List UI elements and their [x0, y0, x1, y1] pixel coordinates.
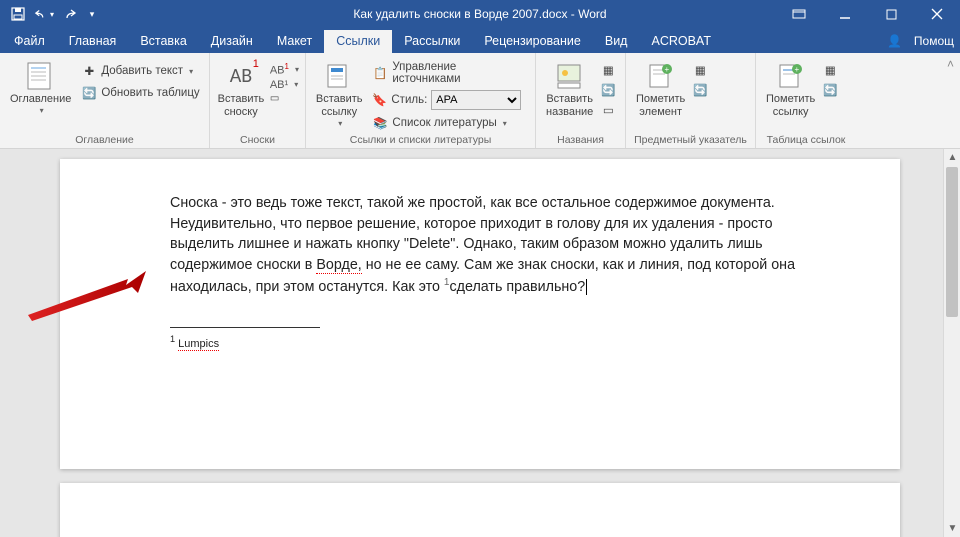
tab-file[interactable]: Файл — [2, 30, 57, 53]
update-icon: 🔄 — [81, 85, 97, 101]
window-title: Как удалить сноски в Ворде 2007.docx - W… — [353, 7, 606, 21]
group-toc-title: Оглавление — [4, 133, 205, 147]
group-footnotes-title: Сноски — [214, 133, 301, 147]
insert-footnote-button[interactable]: AB 1 Вставить сноску — [214, 57, 268, 119]
next-footnote-button[interactable]: AB¹▾ — [268, 78, 301, 92]
show-notes-button[interactable]: ▭ — [268, 92, 301, 105]
group-captions: Вставить название ▦ 🔄 ▭ Названия — [536, 53, 626, 148]
insert-endnote-button[interactable]: AB1▾ — [268, 61, 301, 78]
style-row: 🔖 Стиль: APA — [368, 88, 531, 112]
update-toa-button[interactable]: 🔄 — [821, 81, 839, 99]
toc-icon — [25, 60, 57, 92]
mark-icon: + — [645, 60, 677, 92]
insert-citation-button[interactable]: Вставить ссылку ▾ — [310, 57, 368, 128]
mark-citation-button[interactable]: + Пометить ссылку — [760, 57, 821, 119]
insert-toa-button[interactable]: ▦ — [821, 61, 839, 79]
red-arrow-annotation — [28, 271, 148, 321]
close-icon[interactable] — [914, 0, 960, 28]
citation-icon — [323, 60, 355, 92]
tab-review[interactable]: Рецензирование — [472, 30, 593, 53]
tab-mailings[interactable]: Рассылки — [392, 30, 472, 53]
paragraph[interactable]: Сноска - это ведь тоже текст, такой же п… — [170, 193, 800, 297]
tab-layout[interactable]: Макет — [265, 30, 324, 53]
tab-view[interactable]: Вид — [593, 30, 640, 53]
footnote-text[interactable]: 1 Lumpics — [170, 334, 800, 350]
qat-customize-icon[interactable]: ▾ — [86, 4, 98, 24]
scroll-down-icon[interactable]: ▼ — [944, 520, 960, 537]
tab-references[interactable]: Ссылки — [324, 30, 392, 53]
maximize-icon[interactable] — [868, 0, 914, 28]
tab-acrobat[interactable]: ACROBAT — [639, 30, 723, 53]
style-icon: 🔖 — [372, 93, 387, 107]
update-table-button[interactable]: 🔄Обновить таблицу — [77, 83, 203, 103]
footnote-icon: AB 1 — [225, 60, 257, 92]
insert-caption-button[interactable]: Вставить название — [540, 57, 599, 119]
group-index-title: Предметный указатель — [630, 133, 751, 147]
tab-design[interactable]: Дизайн — [199, 30, 265, 53]
mark-cite-icon: + — [775, 60, 807, 92]
svg-text:+: + — [664, 65, 669, 74]
add-text-button[interactable]: ✚Добавить текст▾ — [77, 61, 203, 81]
quick-access-toolbar: ▾ ▾ — [0, 0, 98, 28]
toc-label: Оглавление — [10, 93, 71, 106]
save-icon[interactable] — [8, 4, 28, 24]
document-area: Сноска - это ведь тоже текст, такой же п… — [0, 149, 960, 537]
redo-icon[interactable] — [60, 4, 80, 24]
group-footnotes: AB 1 Вставить сноску AB1▾ AB¹▾ ▭ Сноски — [210, 53, 306, 148]
minimize-icon[interactable] — [822, 0, 868, 28]
group-citations-title: Ссылки и списки литературы — [310, 133, 531, 147]
group-captions-title: Названия — [540, 133, 621, 147]
scroll-thumb[interactable] — [946, 167, 958, 317]
insert-index-button[interactable]: ▦ — [691, 61, 709, 79]
share-icon[interactable]: 👤 — [887, 34, 902, 48]
group-citations: Вставить ссылку ▾ 📋Управление источникам… — [306, 53, 536, 148]
mark-entry-button[interactable]: + Пометить элемент — [630, 57, 691, 119]
page[interactable]: Сноска - это ведь тоже текст, такой же п… — [60, 159, 900, 469]
group-toa-title: Таблица ссылок — [760, 133, 852, 147]
style-select[interactable]: APA — [431, 90, 521, 110]
update-index-button[interactable]: 🔄 — [691, 81, 709, 99]
group-index: + Пометить элемент ▦ 🔄 Предметный указат… — [626, 53, 756, 148]
toc-button[interactable]: Оглавление ▾ — [4, 57, 77, 115]
insert-footnote-label: Вставить сноску — [218, 93, 265, 119]
manage-sources-button[interactable]: 📋Управление источниками — [368, 59, 531, 87]
vertical-scrollbar[interactable]: ▲ ▼ — [943, 149, 960, 537]
caption-icon — [554, 60, 586, 92]
ribbon-display-icon[interactable] — [776, 0, 822, 28]
text-cursor — [586, 279, 587, 295]
help-label[interactable]: Помощ — [914, 34, 954, 48]
biblio-icon: 📚 — [372, 115, 388, 131]
page-next[interactable] — [60, 483, 900, 537]
caption-opt3[interactable]: ▭ — [599, 101, 617, 119]
window-controls — [776, 0, 960, 28]
caption-opt2[interactable]: 🔄 — [599, 81, 617, 99]
footnote-separator — [170, 327, 320, 328]
scroll-up-icon[interactable]: ▲ — [944, 149, 960, 166]
title-bar: ▾ ▾ Как удалить сноски в Ворде 2007.docx… — [0, 0, 960, 28]
bibliography-button[interactable]: 📚Список литературы▾ — [368, 113, 531, 133]
svg-text:+: + — [794, 65, 799, 74]
add-text-icon: ✚ — [81, 63, 97, 79]
tab-insert[interactable]: Вставка — [128, 30, 198, 53]
ribbon: Оглавление ▾ ✚Добавить текст▾ 🔄Обновить … — [0, 53, 960, 149]
collapse-ribbon-icon[interactable]: ˄ — [941, 53, 960, 148]
group-toc: Оглавление ▾ ✚Добавить текст▾ 🔄Обновить … — [0, 53, 210, 148]
manage-icon: 📋 — [372, 65, 388, 81]
group-toa: + Пометить ссылку ▦ 🔄 Таблица ссылок — [756, 53, 856, 148]
ribbon-tabs: Файл Главная Вставка Дизайн Макет Ссылки… — [0, 28, 960, 53]
caption-opt1[interactable]: ▦ — [599, 61, 617, 79]
undo-icon[interactable]: ▾ — [34, 4, 54, 24]
tab-home[interactable]: Главная — [57, 30, 129, 53]
